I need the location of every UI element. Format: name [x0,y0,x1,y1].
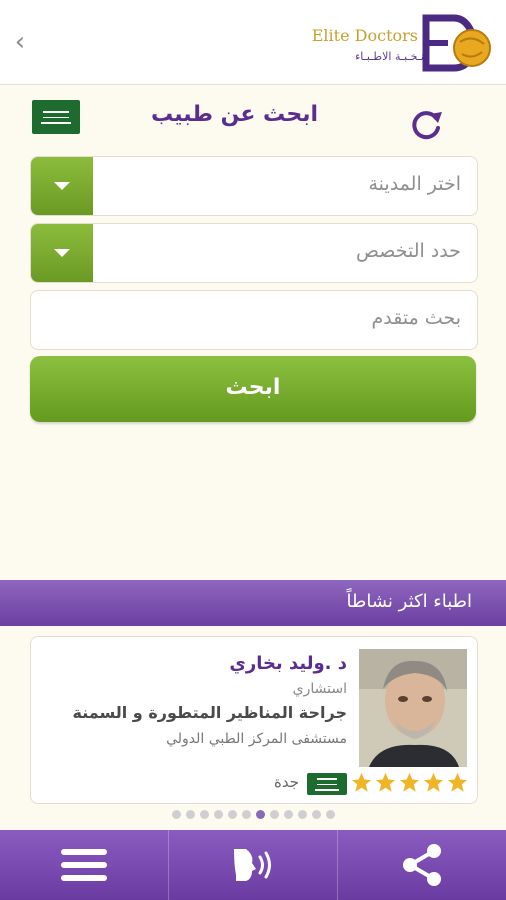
carousel-pagination [0,810,506,819]
doctor-title: استشاري [292,681,347,697]
menu-icon [61,849,107,881]
chevron-left-icon: ‹ [14,27,26,57]
search-title-row: ابحث عن طبيب [0,96,506,146]
logo-mark-icon [422,14,491,72]
app-header: ‹ Elite Doctors نـخـبـة الاطـبـاء [0,0,506,85]
specialty-dropdown-button[interactable] [31,224,93,282]
advanced-search-placeholder: بحث متقدم [371,307,461,329]
star-icon [375,772,396,792]
refresh-icon[interactable] [408,106,444,142]
city-select[interactable]: اختر المدينة [30,156,478,216]
bottom-navigation [0,830,506,900]
app-logo: Elite Doctors نـخـبـة الاطـبـاء [312,8,496,74]
menu-button[interactable] [0,830,168,900]
pagination-dot[interactable] [241,810,251,819]
doctor-hospital: مستشفى المركز الطبي الدولي [166,731,347,747]
most-active-doctors-header: اطباء اكثر نشاطاً [0,580,506,626]
pagination-dot[interactable] [227,810,237,819]
chevron-down-icon [54,182,70,190]
doctor-card[interactable]: د .وليد بخاري استشاري جراحة المناظير الم… [30,636,478,804]
pagination-dot[interactable] [171,810,181,819]
section-title: اطباء اكثر نشاطاً [346,591,472,612]
pagination-dot[interactable] [269,810,279,819]
city-select-placeholder: اختر المدينة [368,173,461,195]
star-icon [423,772,444,792]
advanced-search-input[interactable]: بحث متقدم [30,290,478,350]
pagination-dot[interactable] [199,810,209,819]
search-title: ابحث عن طبيب [150,102,318,127]
star-icon [399,772,420,792]
saudi-flag-icon[interactable] [32,100,80,134]
pagination-dot[interactable] [311,810,321,819]
back-button[interactable]: ‹ [8,28,32,56]
pagination-dot[interactable] [213,810,223,819]
pagination-dot[interactable] [325,810,335,819]
rating-stars [349,771,469,794]
pagination-dot[interactable] [185,810,195,819]
share-icon [403,844,441,886]
pagination-dot[interactable] [297,810,307,819]
chevron-down-icon [54,249,70,257]
doctor-photo [359,649,467,767]
saudi-flag-icon [307,773,347,795]
pagination-dot-active[interactable] [255,810,265,819]
specialty-select-placeholder: حدد التخصص [355,240,461,262]
voice-search-button[interactable] [168,830,337,900]
specialty-select[interactable]: حدد التخصص [30,223,478,283]
city-dropdown-button[interactable] [31,157,93,215]
doctor-city: جدة [273,773,299,791]
search-button[interactable]: ابحث [30,356,476,422]
doctor-name: د .وليد بخاري [229,653,347,674]
pagination-dot[interactable] [283,810,293,819]
brand-name-en: Elite Doctors [311,26,418,45]
doctor-specialty: جراحة المناظير المتطورة و السمنة [72,703,348,722]
share-button[interactable] [337,830,506,900]
voice-search-icon [234,849,271,881]
star-icon [447,772,468,792]
brand-name-ar: نـخـبـة الاطـبـاء [355,50,424,63]
star-icon [351,772,372,792]
